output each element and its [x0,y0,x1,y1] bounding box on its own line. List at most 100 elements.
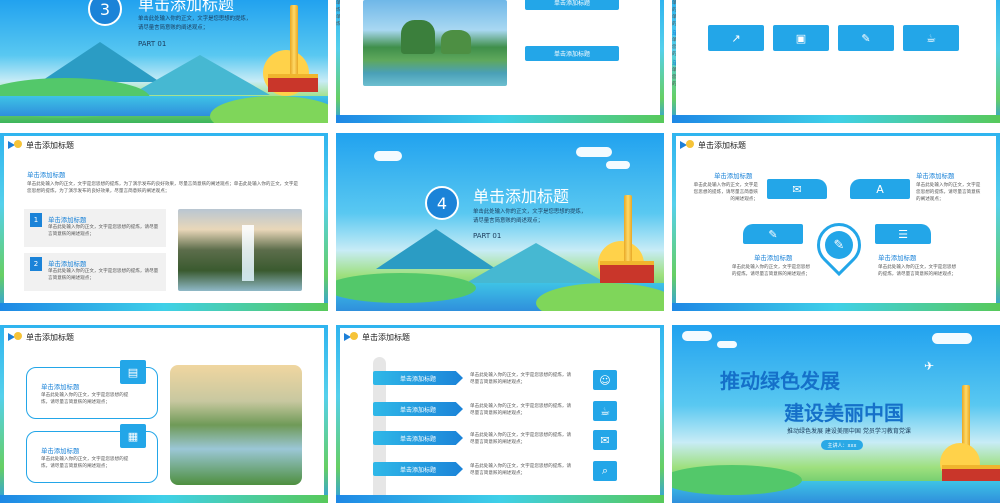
slide-photo-buttons[interactable]: 单击添加标题 单击此处输入你的正文，文字是您思想的提炼，请尽量言简意赅的阐述观点… [336,0,664,123]
item-number: 2 [30,257,42,271]
slide-icon-grid[interactable]: 单击此处输入你的正文，文字是您思想的提炼，请尽量言简意赅的阐述观点； 单击此处输… [672,0,1000,123]
section-title: 单击添加标题 [473,187,570,206]
section-number: 4 [425,186,459,220]
pencil-icon[interactable]: ✎ [838,25,894,51]
slide-numbered-list[interactable]: 单击添加标题 单击添加标题 单击此处输入你的正文，文字是您思想的提炼，为了演示发… [0,133,328,311]
slide-title: 单击添加标题 [26,140,74,150]
cloud [374,151,402,161]
slide-header: 单击添加标题 [680,138,746,152]
card-title: 单击添加标题 [41,383,80,391]
cup-icon[interactable]: ☕ [903,25,959,51]
timeline-label-3[interactable]: 单击添加标题 [373,431,463,445]
section-body: 单击此处输入你的正文，文字是您思想的提炼，请尽量言简意赅的阐述观点； [138,16,252,31]
bottom-strip [336,115,664,123]
item-text-2: 单击此处输入你的正文，文字是您思想的提炼，请尽量言简意赅的阐述观点； [916,183,981,202]
item-text: 单击此处输入你的正文，文字是您思想的提炼，请尽量言简意赅的阐述观点； [48,225,159,237]
timeline-text-3: 单击此处输入你的正文，文字是您思想的提炼，请尽量言简意赅的阐述观点； [470,433,572,445]
card-title: 单击添加标题 [41,447,80,455]
slide-radial-diagram[interactable]: 单击添加标题 单击添加标题 单击此处输入你的正文，文字是您思想的提炼，请尽量言简… [672,133,1000,311]
karst-landscape-photo [363,0,507,86]
item-text-3: 单击此处输入你的正文，文字是您思想的提炼，请尽量言简意赅的阐述观点； [731,265,810,277]
bottom-strip [672,115,1000,123]
briefcase-icon[interactable]: ▣ [773,25,829,51]
users-icon[interactable]: ☺ [593,370,617,390]
item-title-4: 单击添加标题 [878,254,917,262]
pencil-icon[interactable]: ✎ [743,224,803,244]
card-text: 单击此处输入你的正文，文字是您思想的提炼，请尽量言简意赅的阐述观点； [41,393,129,405]
title-button-1[interactable]: 单击添加标题 [525,0,619,10]
slide-section-4[interactable]: 4 单击添加标题 单击此处输入你的正文，文字是您思想的提炼，请尽量言简意赅的阐述… [336,133,664,311]
bottom-strip [0,303,328,311]
section-body: 单击此处输入你的正文，文字是您思想的提炼，请尽量言简意赅的阐述观点； [473,209,587,224]
slide-title: 单击添加标题 [26,332,74,342]
dove-icon: ✈ [924,359,935,373]
timeline-label-2[interactable]: 单击添加标题 [373,402,463,416]
calendar-icon[interactable]: ▦ [120,424,146,448]
mail-icon[interactable]: ✉ [593,430,617,450]
bottom-strip [672,303,1000,311]
cup-icon[interactable]: ☕ [593,401,617,421]
cloud [682,331,712,341]
document-icon[interactable]: ✉ [767,179,827,199]
timeline-text-4: 单击此处输入你的正文，文字是您思想的提炼，请尽量言简意赅的阐述观点； [470,464,572,476]
search-icon[interactable]: ⌕ [593,461,617,481]
mountain [466,243,606,283]
item-title-3: 单击添加标题 [754,254,793,262]
slide-header: 单击添加标题 [8,330,74,344]
logo-icon [8,332,22,342]
timeline-text-2: 单击此处输入你的正文，文字是您思想的提炼，请尽量言简意赅的阐述观点； [470,404,572,416]
slide-timeline-list[interactable]: 单击添加标题 单击添加标题 单击此处输入你的正文，文字是您思想的提炼，请尽量言简… [336,325,664,503]
title-button-2[interactable]: 单击添加标题 [525,46,619,61]
card-text: 单击此处输入你的正文，文字是您思想的提炼，请尽量言简意赅的阐述观点； [41,457,129,469]
item-number: 1 [30,213,42,227]
bottom-strip [0,495,328,503]
content-body: 单击此处输入你的正文，文字是您思想的提炼，为了演示发布的良好效果，尽量言简意赅的… [27,182,299,194]
tiananmen-gate [268,74,318,92]
chart-icon[interactable]: ▤ [120,360,146,384]
logo-icon [344,332,358,342]
tiananmen-gate [600,261,654,283]
lake-photo [170,365,302,485]
slide-boxes-photo[interactable]: 单击添加标题 单击添加标题 单击此处输入你的正文，文字是您思想的提炼，请尽量言简… [0,325,328,503]
timeline-label-4[interactable]: 单击添加标题 [373,462,463,476]
speaker-badge: 主讲人：xxx [821,440,863,450]
list-item: 1 单击添加标题 单击此处输入你的正文，文字是您思想的提炼，请尽量言简意赅的阐述… [24,209,166,247]
logo-icon [8,140,22,150]
huabiao-pillar [624,195,632,267]
item-text: 单击此处输入你的正文，文字是您思想的提炼，请尽量言简意赅的阐述观点； [48,269,159,281]
slide-title: 单击添加标题 [698,140,746,150]
document-icon[interactable]: ☰ [875,224,931,244]
item-title-1: 单击添加标题 [714,172,753,180]
closing-title-line1: 推动绿色发展 [720,369,840,393]
item-title-2: 单击添加标题 [916,172,955,180]
slide-header: 单击添加标题 [344,330,410,344]
waterfall-photo [178,209,302,291]
huabiao-pillar [290,5,298,75]
cloud [717,341,737,348]
closing-title-line2: 建设美丽中国 [784,401,904,425]
bottom-strip [336,495,664,503]
text-icon[interactable]: A [850,179,910,199]
item-title: 单击添加标题 [48,260,87,268]
timeline-text-1: 单击此处输入你的正文，文字是您思想的提炼，请尽量言简意赅的阐述观点； [470,373,572,385]
item-title: 单击添加标题 [48,216,87,224]
slide-header: 单击添加标题 [8,138,74,152]
section-number: 3 [88,0,122,26]
slide-panel [676,0,996,115]
pencil-icon: ✎ [825,231,853,259]
section-title: 单击添加标题 [138,0,235,14]
item-text-4: 单击此处输入你的正文，文字是您思想的提炼，请尽量言简意赅的阐述观点； [878,265,957,277]
content-title: 单击添加标题 [27,171,66,179]
slide-title: 单击添加标题 [362,332,410,342]
slide-section-3[interactable]: 3 单击添加标题 单击此处输入你的正文，文字是您思想的提炼，请尽量言简意赅的阐述… [0,0,328,123]
item-text-1: 单击此处输入你的正文，文字是您思想的提炼，请尽量言简意赅的阐述观点； [693,183,758,202]
timeline-label-1[interactable]: 单击添加标题 [373,371,463,385]
chart-icon[interactable]: ↗ [708,25,764,51]
cloud [606,161,630,169]
slide-closing-title[interactable]: 推动绿色发展 建设美丽中国 推动绿色发展 建设美丽中国 党员学习教育党课 主讲人… [672,325,1000,503]
closing-subtitle: 推动绿色发展 建设美丽中国 党员学习教育党课 [787,428,911,435]
mountain [130,55,270,95]
cloud [932,333,972,344]
cloud [576,147,612,157]
list-item: 2 单击添加标题 单击此处输入你的正文，文字是您思想的提炼，请尽量言简意赅的阐述… [24,253,166,291]
